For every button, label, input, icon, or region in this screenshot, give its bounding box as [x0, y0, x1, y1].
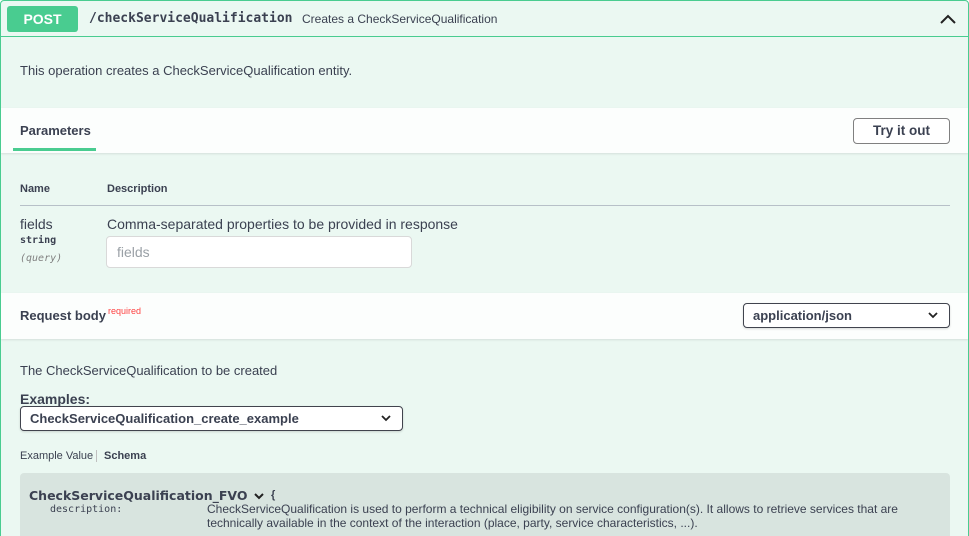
tab-schema[interactable]: Schema: [104, 450, 146, 462]
request-body-header: Request body required application/json: [1, 293, 968, 339]
required-badge: required: [108, 306, 142, 316]
try-it-out-button[interactable]: Try it out: [853, 118, 950, 144]
parameters-header: Parameters Try it out: [1, 108, 968, 153]
content-type-select[interactable]: application/json: [743, 303, 950, 328]
chevron-down-icon: [928, 312, 938, 319]
method-badge: POST: [7, 6, 78, 32]
request-body-description: The CheckServiceQualification to be crea…: [20, 363, 278, 378]
column-header-description: Description: [107, 183, 168, 195]
model-name[interactable]: CheckServiceQualification_FVO: [29, 488, 248, 503]
examples-label: Examples:: [20, 391, 91, 407]
tab-parameters[interactable]: Parameters: [13, 108, 96, 151]
content-type-value: application/json: [753, 308, 852, 323]
model-property-name: description:: [50, 504, 123, 515]
chevron-down-icon: [381, 415, 391, 422]
param-type: string: [20, 235, 57, 246]
chevron-up-icon[interactable]: [938, 9, 958, 29]
model-property-description: CheckServiceQualification is used to per…: [207, 502, 898, 530]
operation-description: This operation creates a CheckServiceQua…: [20, 63, 353, 78]
operation-summary[interactable]: POST /checkServiceQualification Creates …: [1, 1, 968, 37]
examples-select[interactable]: CheckServiceQualification_create_example: [20, 406, 403, 431]
examples-select-value: CheckServiceQualification_create_example: [30, 411, 299, 426]
chevron-down-icon[interactable]: [253, 490, 265, 502]
tab-separator: [96, 450, 97, 462]
param-description: Comma-separated properties to be provide…: [107, 216, 458, 232]
table-divider: [20, 205, 950, 206]
operation-path: /checkServiceQualification: [89, 11, 293, 26]
tab-example-value[interactable]: Example Value: [20, 450, 93, 462]
operation-summary-text: Creates a CheckServiceQualification: [302, 12, 498, 26]
param-name: fields: [20, 216, 53, 232]
model-brace: {: [271, 489, 276, 501]
fields-input[interactable]: [106, 236, 412, 268]
request-body-title: Request body: [20, 308, 106, 323]
column-header-name: Name: [20, 183, 50, 195]
parameters-tab-label: Parameters: [20, 123, 91, 138]
param-location: (query): [20, 253, 63, 264]
operation-block: POST /checkServiceQualification Creates …: [0, 0, 969, 536]
schema-model-box: CheckServiceQualification_FVO { descript…: [20, 473, 950, 536]
